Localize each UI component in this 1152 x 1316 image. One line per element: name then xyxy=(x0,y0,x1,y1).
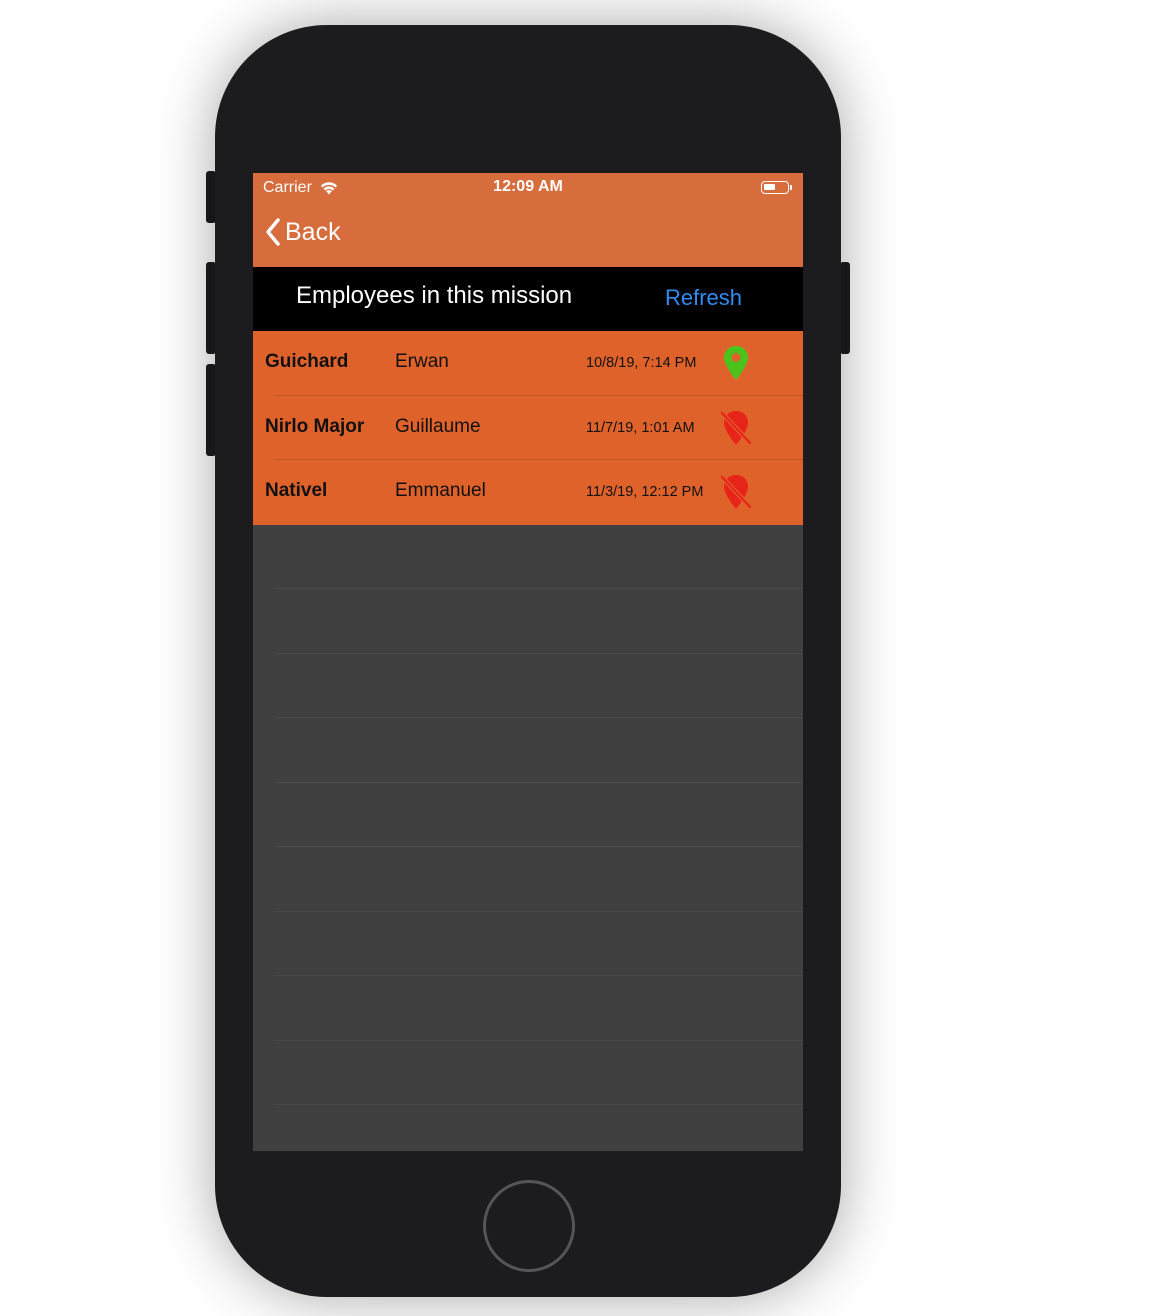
employee-first-name: Emmanuel xyxy=(395,480,486,501)
empty-row xyxy=(253,653,803,718)
empty-row xyxy=(253,976,803,1041)
employee-timestamp: 10/8/19, 7:14 PM xyxy=(586,355,697,371)
chevron-left-icon xyxy=(266,218,280,246)
location-pin-icon xyxy=(724,346,748,380)
refresh-button[interactable]: Refresh xyxy=(665,285,742,311)
empty-row xyxy=(253,911,803,976)
empty-row xyxy=(253,1040,803,1105)
location-off-icon xyxy=(719,410,753,445)
back-label: Back xyxy=(285,217,341,246)
table-row[interactable]: Nativel Emmanuel 11/3/19, 12:12 PM xyxy=(253,460,803,525)
location-off-icon xyxy=(719,474,753,510)
navigation-bar: Carrier 12:09 AM Back xyxy=(253,173,803,267)
employee-first-name: Erwan xyxy=(395,351,449,372)
empty-row xyxy=(253,524,803,589)
home-button[interactable] xyxy=(483,1180,575,1272)
employee-first-name: Guillaume xyxy=(395,415,481,437)
battery-tip xyxy=(790,185,792,190)
table-row[interactable]: Guichard Erwan 10/8/19, 7:14 PM xyxy=(253,331,803,396)
employee-timestamp: 11/7/19, 1:01 AM xyxy=(586,419,695,436)
empty-row xyxy=(253,718,803,783)
page-title: Employees in this mission xyxy=(296,282,573,309)
app-screen: Carrier 12:09 AM Back Employees in this … xyxy=(253,173,803,1151)
employee-last-name: Nirlo Major xyxy=(265,415,365,437)
back-button[interactable]: Back xyxy=(265,217,341,247)
table-row[interactable]: Nirlo Major Guillaume 11/7/19, 1:01 AM xyxy=(253,395,803,460)
status-time: 12:09 AM xyxy=(493,178,563,195)
empty-row xyxy=(253,847,803,912)
employee-last-name: Nativel xyxy=(265,480,328,501)
empty-list-area xyxy=(253,524,803,1151)
battery-level xyxy=(764,184,775,190)
empty-row xyxy=(253,782,803,847)
employee-list: Guichard Erwan 10/8/19, 7:14 PM Nirlo Major… xyxy=(253,331,803,525)
employee-timestamp: 11/3/19, 12:12 PM xyxy=(586,484,704,500)
battery-icon xyxy=(761,181,789,194)
power-button xyxy=(840,262,850,354)
list-header: Employees in this mission Refresh xyxy=(253,267,803,331)
empty-row xyxy=(253,589,803,654)
empty-row xyxy=(253,1105,803,1152)
employee-last-name: Guichard xyxy=(265,351,349,372)
